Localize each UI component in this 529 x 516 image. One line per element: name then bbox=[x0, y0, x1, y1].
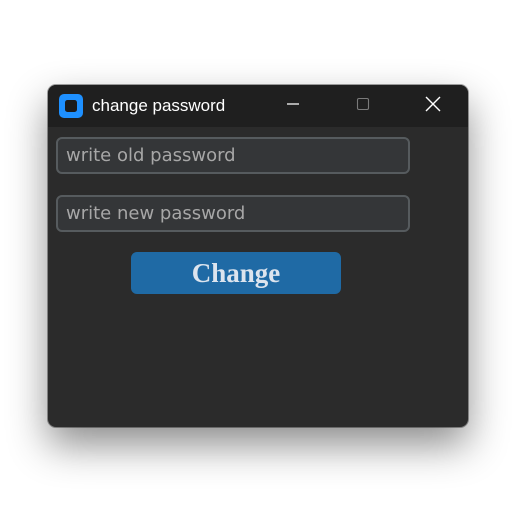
minimize-button[interactable] bbox=[270, 85, 316, 127]
old-password-input[interactable] bbox=[56, 137, 410, 174]
window-title: change password bbox=[92, 96, 226, 115]
close-icon bbox=[424, 95, 442, 118]
change-button[interactable]: Change bbox=[131, 252, 341, 294]
minimize-icon bbox=[285, 96, 301, 117]
title-bar[interactable]: change password bbox=[48, 85, 468, 127]
close-button[interactable] bbox=[410, 85, 456, 127]
maximize-icon bbox=[355, 96, 371, 117]
maximize-button[interactable] bbox=[340, 85, 386, 127]
app-icon bbox=[59, 94, 83, 118]
new-password-input[interactable] bbox=[56, 195, 410, 232]
change-password-window: change password Change bbox=[48, 85, 468, 427]
